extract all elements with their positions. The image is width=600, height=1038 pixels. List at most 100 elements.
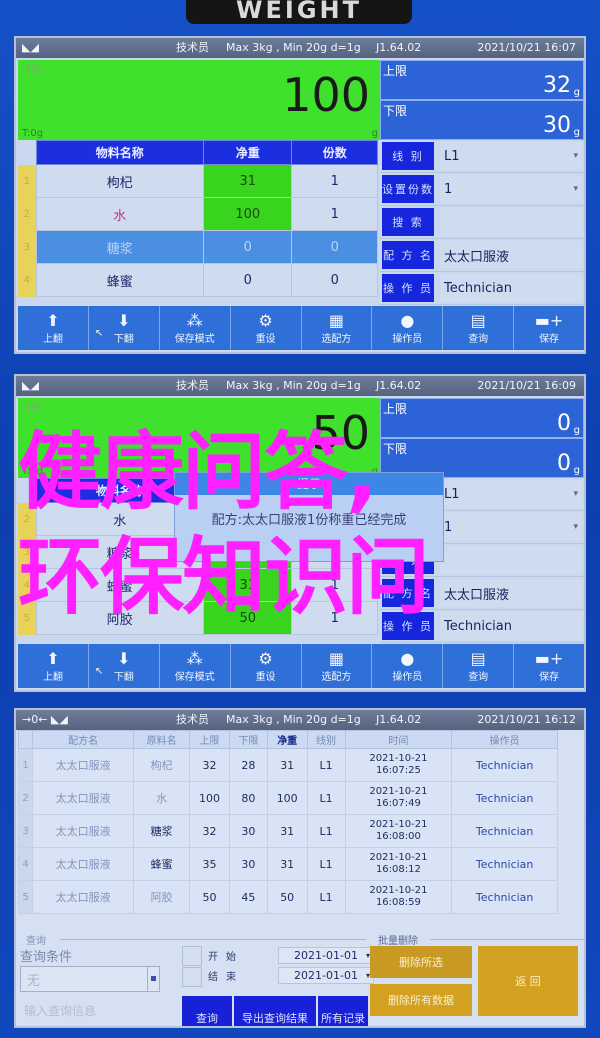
save-mode-button[interactable]: ⁂ 保存模式	[160, 644, 231, 688]
table-row[interactable]: 2 水 100 1	[18, 197, 378, 231]
col-material: 原料名	[133, 730, 191, 749]
lower-limit-label: 下限	[383, 442, 408, 456]
timestamp: 2021-10-21 16:07:25	[344, 748, 453, 782]
line-select[interactable]: L1 ▾	[440, 480, 582, 508]
table-row-selected[interactable]: 3 糖浆 0 0	[18, 230, 378, 264]
search-input[interactable]	[440, 546, 582, 574]
material: 枸杞	[133, 748, 191, 782]
arrow-up-icon: ⬆	[46, 648, 60, 668]
lower: 30	[228, 814, 268, 848]
operator: Technician	[451, 880, 558, 914]
chevron-down-icon: ▾	[573, 489, 578, 499]
table-row[interactable]: 4 蜂蜜 0 0	[18, 263, 378, 297]
search-input[interactable]	[440, 208, 582, 236]
user-icon: ●	[400, 648, 415, 668]
start-label: 开始	[208, 952, 244, 963]
end-label: 结束	[208, 972, 244, 983]
reset-button[interactable]: ⚙ 重设	[231, 644, 302, 688]
start-date-checkbox[interactable]	[182, 946, 202, 966]
search-button[interactable]: 搜 索	[382, 208, 434, 236]
all-records-button[interactable]: 所有记录	[318, 996, 368, 1026]
history-row[interactable]: 1 太太口服液 枸杞 32 28 31 L1 2021-10-21 16:07:2…	[18, 748, 558, 782]
count-select[interactable]: 1 ▾	[440, 175, 582, 203]
status-bar: ◣◢ 技术员 Max 3kg , Min 20g d=1g J1.64.02 2…	[16, 376, 584, 396]
upper: 100	[189, 781, 230, 815]
query-condition-select[interactable]: 无	[20, 966, 160, 992]
button-label: 查询	[468, 671, 489, 683]
reset-button[interactable]: ⚙ 重设	[231, 306, 302, 350]
scale-terminal-photo: WEIGHT ◣◢ 技术员 Max 3kg , Min 20g d=1g J1.…	[0, 0, 600, 1038]
settings-panel: 线 别 L1▾ 设置份数 1▾ 搜 索 配 方 名 太太口服液 操 作 员 Te…	[380, 140, 584, 305]
button-label: 下翻	[113, 333, 134, 345]
end-date-picker[interactable]: 2021-01-01 ▾	[278, 967, 374, 984]
time: 16:08:12	[375, 864, 421, 875]
net-weight: 31	[203, 164, 293, 198]
row-index: 1	[18, 164, 36, 198]
net: 31	[266, 847, 308, 881]
lower-limit-unit: g	[573, 465, 580, 476]
query-input[interactable]: 输入查询信息	[24, 1002, 96, 1019]
start-date-picker[interactable]: 2021-01-01 ▾	[278, 947, 374, 964]
operator-field[interactable]: Technician	[440, 612, 582, 640]
button-label: 重设	[255, 333, 276, 345]
page-down-button[interactable]: ↖ ⬇ 下翻	[89, 306, 160, 350]
select-recipe-button[interactable]: ▦ 选配方	[302, 306, 373, 350]
history-row[interactable]: 3 太太口服液 糖浆 32 30 31 L1 2021-10-21 16:08:0…	[18, 814, 558, 848]
upper-limit-label: 上限	[383, 64, 408, 78]
document-search-icon: ▤	[470, 310, 486, 330]
export-results-button[interactable]: 导出查询结果	[234, 996, 316, 1026]
history-row[interactable]: 2 太太口服液 水 100 80 100 L1 2021-10-21 16:07:…	[18, 781, 558, 815]
line: L1	[306, 814, 346, 848]
scale-icon: ◣◢	[22, 379, 39, 392]
count: 1	[291, 197, 378, 231]
button-label: 保存模式	[174, 333, 215, 345]
query-submit-button[interactable]: 查询	[182, 996, 232, 1026]
history-row[interactable]: 4 太太口服液 蜂蜜 35 30 31 L1 2021-10-21 16:08:1…	[18, 847, 558, 881]
line: L1	[306, 880, 346, 914]
table-row[interactable]: 1 枸杞 31 1	[18, 164, 378, 198]
end-date-checkbox[interactable]	[182, 967, 202, 987]
recipe-name-field[interactable]: 太太口服液	[440, 241, 582, 269]
page-up-button[interactable]: ⬆ 上翻	[18, 306, 89, 350]
select-recipe-button[interactable]: ▦ 选配方	[302, 644, 373, 688]
query-button[interactable]: ▤ 查询	[443, 644, 515, 688]
delete-selected-button[interactable]: 删除所选	[370, 946, 472, 978]
chevron-down-icon: ▾	[573, 522, 578, 532]
material: 蜂蜜	[133, 847, 191, 881]
row-index: 4	[18, 847, 33, 881]
count-select[interactable]: 1 ▾	[440, 513, 582, 541]
net-weight: 0	[203, 263, 293, 297]
save-button[interactable]: ▬+ 保存	[514, 306, 584, 350]
tare-value: T:0g	[22, 128, 44, 139]
button-label: 保存	[539, 671, 560, 683]
row-index: 5	[18, 880, 33, 914]
save-mode-button[interactable]: ⁂ 保存模式	[160, 306, 231, 350]
batch-delete-legend: 批量删除	[378, 936, 418, 947]
recipe-name-field[interactable]: 太太口服液	[440, 579, 582, 607]
end-date-value: 2021-01-01	[294, 969, 358, 982]
operator-row: 操 作 员 Technician	[380, 272, 584, 305]
delete-all-button[interactable]: 删除所有数据	[370, 984, 472, 1016]
operator-button[interactable]: ● 操作员	[372, 306, 444, 350]
page-down-button[interactable]: ↖ ⬇ 下翻	[89, 644, 160, 688]
operator: Technician	[451, 748, 558, 782]
page-up-button[interactable]: ⬆ 上翻	[18, 644, 89, 688]
firmware-version: J1.64.02	[376, 41, 422, 54]
watermark-line-1: 健康问答,	[18, 423, 378, 521]
upper-limit: 上限 32 g	[380, 60, 584, 100]
lower: 30	[228, 847, 268, 881]
condition-value: 无	[27, 974, 41, 989]
button-label: 保存模式	[174, 671, 215, 683]
operator-field[interactable]: Technician	[440, 274, 582, 302]
time: 16:08:00	[375, 831, 421, 842]
back-button[interactable]: 返 回	[478, 946, 578, 1016]
line-select[interactable]: L1 ▾	[440, 142, 582, 170]
query-group: 查询 查询条件 无 输入查询信息 开始 结束 2021-01-01 ▾ 2021-…	[20, 932, 374, 1026]
recipe: 太太口服液	[31, 748, 135, 782]
query-button[interactable]: ▤ 查询	[443, 306, 515, 350]
timestamp: 2021-10-21 16:08:12	[344, 847, 453, 881]
history-row[interactable]: 5 太太口服液 阿胶 50 45 50 L1 2021-10-21 16:08:5…	[18, 880, 558, 914]
operator-button[interactable]: ● 操作员	[372, 644, 444, 688]
row-index: 1	[18, 748, 33, 782]
save-button[interactable]: ▬+ 保存	[514, 644, 584, 688]
